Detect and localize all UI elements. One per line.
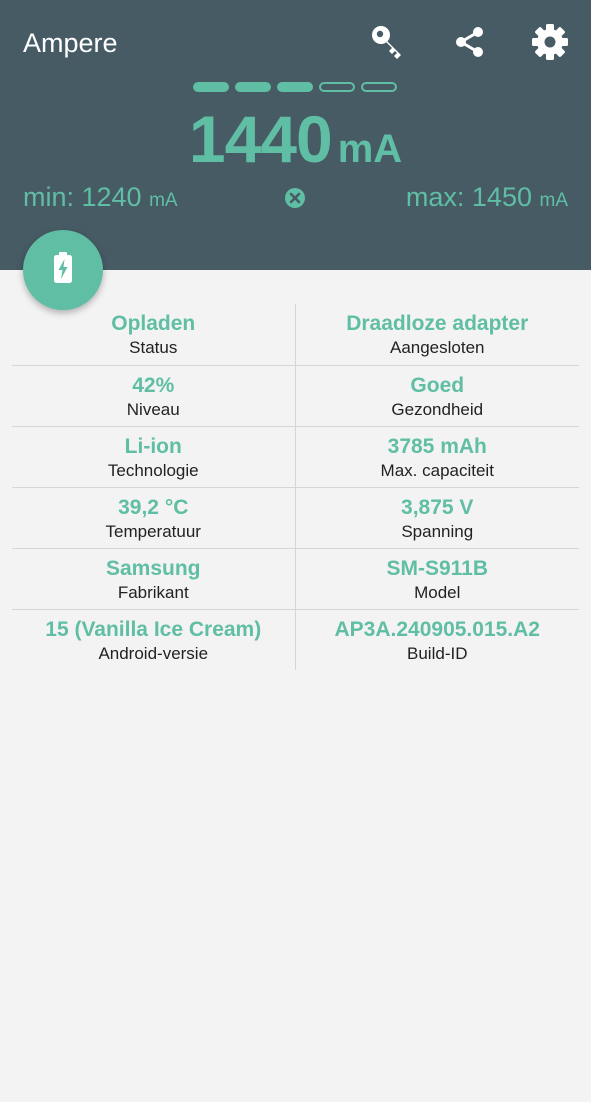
info-label: Fabrikant [117, 583, 189, 602]
info-label: Temperatuur [105, 522, 201, 541]
info-label: Max. capaciteit [380, 461, 494, 480]
info-cell: 3,875 V Spanning [296, 488, 580, 548]
battery-info-grid: Opladen Status Draadloze adapter Aangeslote… [12, 304, 579, 670]
info-value: AP3A.240905.015.A2 [334, 618, 540, 641]
battery-fab-button[interactable] [23, 230, 103, 310]
info-cell: Goed Gezondheid [296, 366, 580, 426]
info-label: Technologie [107, 461, 199, 480]
info-value: Goed [410, 374, 465, 397]
info-cell: 3785 mAh Max. capaciteit [296, 427, 580, 487]
share-icon[interactable] [450, 22, 490, 62]
level-segment [193, 82, 229, 92]
info-value: 3,875 V [401, 496, 474, 519]
app-title: Ampere [23, 28, 118, 58]
current-reading: 1440 mA [0, 101, 591, 177]
info-row: 39,2 °C Temperatuur 3,875 V Spanning [12, 487, 579, 548]
current-value: 1440 [188, 102, 333, 176]
info-cell: 15 (Vanilla Ice Cream) Android-versie [12, 610, 296, 670]
info-row: 42% Niveau Goed Gezondheid [12, 365, 579, 426]
info-label: Status [129, 338, 178, 357]
info-value: Opladen [111, 312, 196, 335]
info-label: Niveau [126, 400, 180, 419]
app-header: Ampere 1440 mA min: 1240 mA max: 1450 mA [0, 0, 591, 270]
level-segment [361, 82, 397, 92]
info-value: 42% [132, 374, 175, 397]
info-cell: Samsung Fabrikant [12, 549, 296, 609]
info-row: 15 (Vanilla Ice Cream) Android-versie AP3A… [12, 609, 579, 670]
info-label: Spanning [401, 522, 474, 541]
info-label: Aangesloten [389, 338, 485, 357]
level-segment [319, 82, 355, 92]
info-value: Samsung [105, 557, 201, 580]
info-label: Android-versie [98, 644, 209, 663]
info-row: Samsung Fabrikant SM-S911B Model [12, 548, 579, 609]
info-value: Li-ion [124, 435, 182, 458]
info-label: Build-ID [407, 644, 468, 663]
info-cell: Li-ion Technologie [12, 427, 296, 487]
info-cell: AP3A.240905.015.A2 Build-ID [296, 610, 580, 670]
max-readout: max: 1450 mA [406, 182, 568, 213]
level-segment [235, 82, 271, 92]
info-value: SM-S911B [386, 557, 489, 580]
max-unit: mA [539, 190, 569, 211]
info-cell: 42% Niveau [12, 366, 296, 426]
charge-level-indicator [193, 82, 397, 92]
current-unit: mA [337, 127, 403, 171]
info-cell: SM-S911B Model [296, 549, 580, 609]
info-value: Draadloze adapter [346, 312, 529, 335]
min-value: min: 1240 [23, 182, 142, 212]
info-value: 3785 mAh [387, 435, 487, 458]
key-icon[interactable] [368, 22, 408, 62]
battery-charging-icon [52, 251, 74, 289]
reset-minmax-icon[interactable] [284, 187, 306, 209]
info-cell: Opladen Status [12, 304, 296, 365]
level-segment [277, 82, 313, 92]
info-value: 15 (Vanilla Ice Cream) [45, 618, 262, 641]
info-row: Li-ion Technologie 3785 mAh Max. capaciteit [12, 426, 579, 487]
info-cell: 39,2 °C Temperatuur [12, 488, 296, 548]
gear-icon[interactable] [530, 22, 570, 62]
info-cell: Draadloze adapter Aangesloten [296, 304, 580, 365]
info-row: Opladen Status Draadloze adapter Aangeslote… [12, 304, 579, 365]
min-unit: mA [149, 190, 178, 211]
info-label: Gezondheid [391, 400, 484, 419]
max-value: max: 1450 [405, 182, 532, 212]
min-readout: min: 1240 mA [23, 182, 178, 213]
info-label: Model [414, 583, 461, 602]
info-value: 39,2 °C [118, 496, 189, 519]
